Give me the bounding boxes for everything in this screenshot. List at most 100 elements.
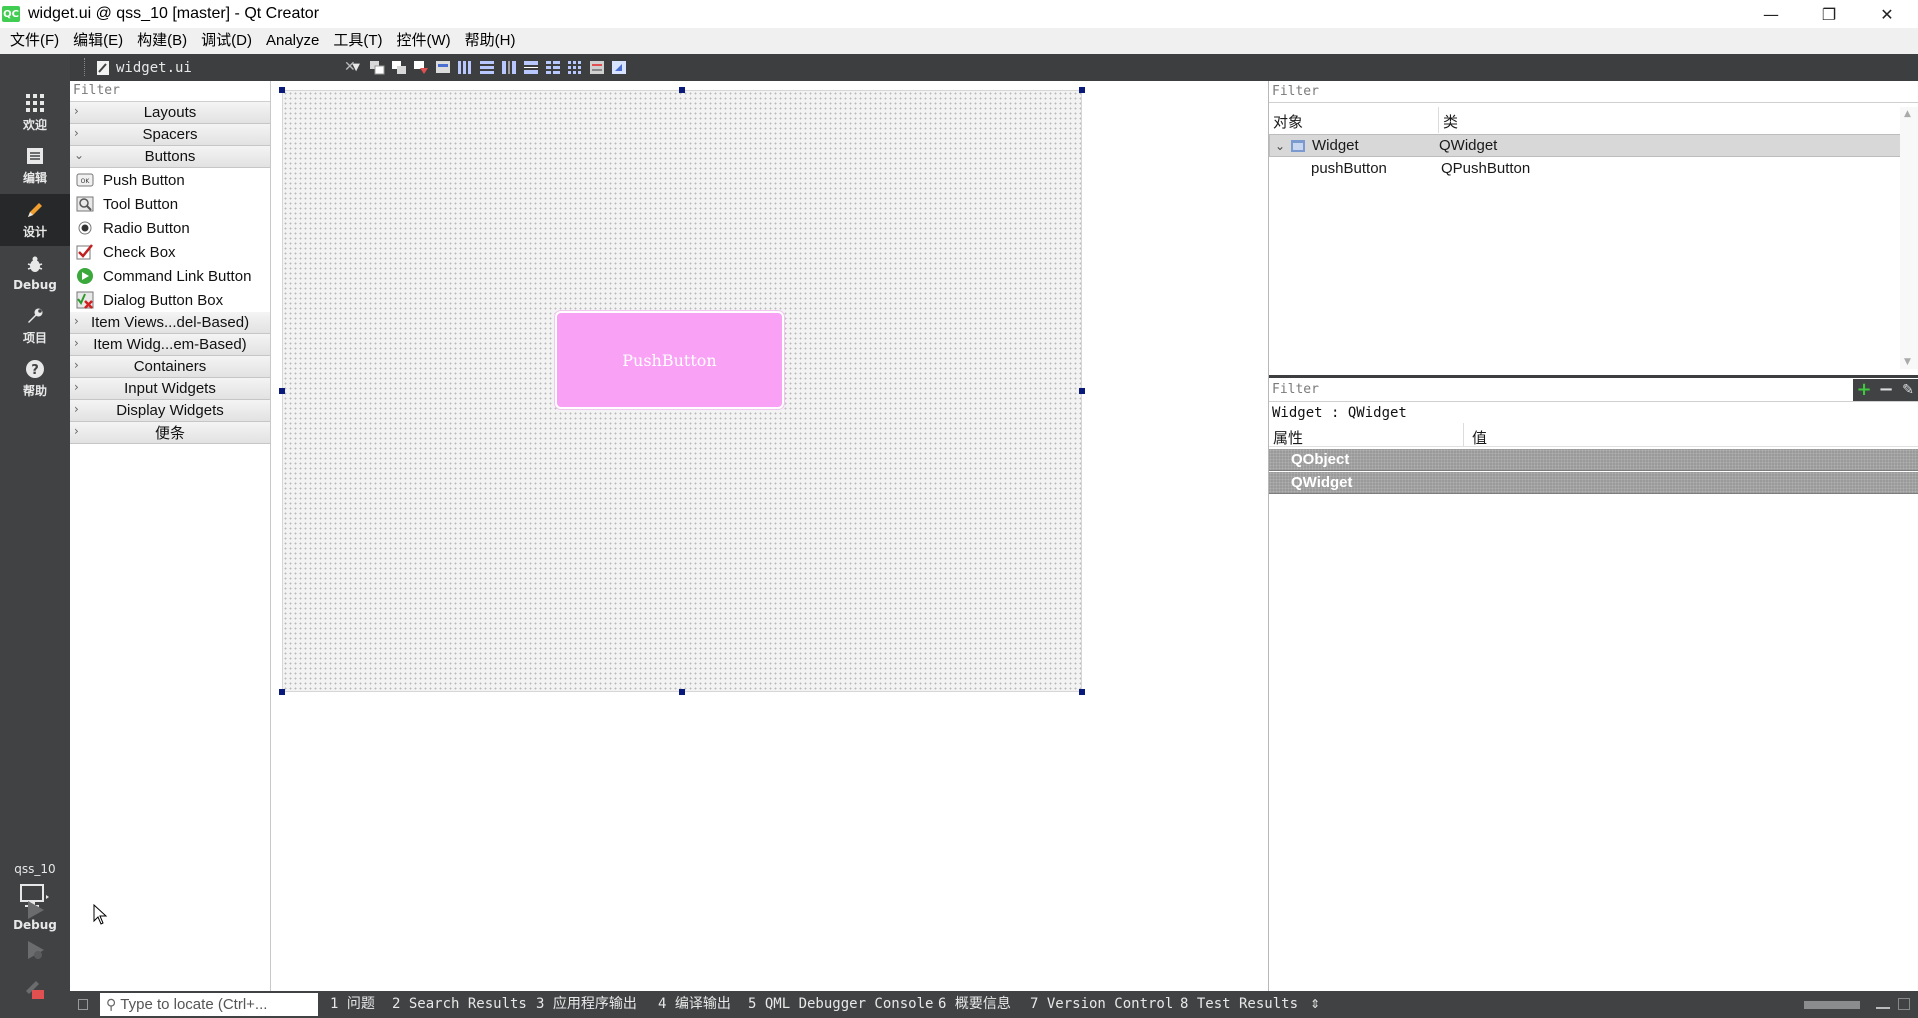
widget-command-link-button[interactable]: Command Link Button — [70, 264, 270, 288]
widget-tool-button[interactable]: Tool Button — [70, 192, 270, 216]
menu-debug[interactable]: 调试(D) — [194, 28, 259, 54]
grid-icon — [24, 93, 46, 113]
object-row-pushbutton[interactable]: pushButton QPushButton — [1269, 157, 1901, 180]
output-pane-test-results[interactable]: 8 Test Results — [1180, 991, 1298, 1018]
output-pane-issues[interactable]: 1 问题 — [330, 991, 375, 1018]
widget-radio-button[interactable]: Radio Button — [70, 216, 270, 240]
remove-dynamic-property-button[interactable]: − — [1875, 378, 1897, 401]
selection-handle[interactable] — [279, 87, 285, 93]
form-widget[interactable]: PushButton — [282, 90, 1082, 692]
output-pane-qml-debugger-console[interactable]: 5 QML Debugger Console — [748, 991, 933, 1018]
edit-widgets-button[interactable] — [368, 59, 386, 76]
layout-horizontal-button[interactable] — [456, 59, 474, 76]
configure-property-editor-button[interactable]: ✎ — [1897, 378, 1918, 401]
close-icon: ✕ — [1880, 4, 1894, 24]
ui-file-icon — [97, 60, 109, 75]
output-pane-general-messages[interactable]: 6 概要信息 — [938, 991, 1011, 1018]
menu-bar: 文件(F) 编辑(E) 构建(B) 调试(D) Analyze 工具(T) 控件… — [0, 28, 1918, 54]
adjust-size-button[interactable] — [610, 59, 628, 76]
selection-handle[interactable] — [1079, 388, 1085, 394]
open-documents-combo[interactable]: widget.ui ▼ — [94, 57, 364, 78]
widget-label: Dialog Button Box — [103, 291, 224, 309]
property-editor-filter[interactable]: Filter — [1269, 382, 1853, 397]
mode-debug[interactable]: Debug — [0, 247, 70, 299]
play-icon — [28, 901, 44, 919]
category-spacers[interactable]: › Spacers — [70, 124, 270, 146]
mode-projects[interactable]: 项目 — [0, 300, 70, 352]
layout-grid-button[interactable] — [566, 59, 584, 76]
edit-tab-order-button[interactable] — [434, 59, 452, 76]
more-panes-button[interactable]: ⇕ — [1310, 991, 1320, 1018]
category-input-widgets[interactable]: › Input Widgets — [70, 378, 270, 400]
edit-signals-slots-button[interactable] — [390, 59, 408, 76]
widget-check-box[interactable]: Check Box — [70, 240, 270, 264]
close-document-button[interactable]: ✕ — [344, 59, 362, 76]
category-display-widgets[interactable]: › Display Widgets — [70, 400, 270, 422]
mode-welcome[interactable]: 欢迎 — [0, 87, 70, 139]
object-row-widget[interactable]: ⌄ Widget QWidget — [1269, 134, 1901, 157]
output-pane-search-results[interactable]: 2 Search Results — [392, 991, 527, 1018]
widget-dialog-button-box[interactable]: Dialog Button Box — [70, 288, 270, 312]
toggle-progress-icon[interactable] — [1876, 999, 1890, 1009]
minimize-icon: — — [1763, 4, 1779, 24]
selection-handle[interactable] — [1079, 689, 1085, 695]
object-inspector-filter[interactable]: Filter — [1269, 81, 1918, 103]
run-button[interactable] — [22, 897, 48, 923]
column-class[interactable]: 类 — [1439, 107, 1901, 133]
mode-design-label: 设计 — [22, 225, 47, 239]
toolbar-grip — [84, 58, 94, 76]
layout-vertical-splitter-button[interactable] — [522, 59, 540, 76]
selection-handle[interactable] — [679, 87, 685, 93]
close-window-button[interactable]: ✕ — [1858, 0, 1916, 28]
output-pane-compile-output[interactable]: 4 编译输出 — [658, 991, 731, 1018]
layout-form-button[interactable] — [544, 59, 562, 76]
widget-push-button[interactable]: OK Push Button — [70, 168, 270, 192]
minimize-button[interactable]: — — [1742, 0, 1800, 28]
menu-file[interactable]: 文件(F) — [3, 28, 66, 54]
menu-tools[interactable]: 工具(T) — [326, 28, 389, 54]
menu-analyze[interactable]: Analyze — [259, 28, 326, 54]
plus-icon: + — [1856, 379, 1872, 400]
menu-edit[interactable]: 编辑(E) — [66, 28, 130, 54]
form-push-button[interactable]: PushButton — [555, 311, 784, 409]
column-value[interactable]: 值 — [1464, 423, 1495, 447]
menu-widgets[interactable]: 控件(W) — [390, 28, 458, 54]
mode-design[interactable]: 设计 — [0, 194, 70, 246]
object-inspector-scrollbar[interactable]: ▲ ▼ — [1900, 107, 1918, 369]
output-pane-application-output[interactable]: 3 应用程序输出 — [536, 991, 637, 1018]
break-layout-button[interactable] — [588, 59, 606, 76]
add-dynamic-property-button[interactable]: + — [1853, 378, 1875, 401]
category-containers[interactable]: › Containers — [70, 356, 270, 378]
layout-vertical-button[interactable] — [478, 59, 496, 76]
category-buttons[interactable]: ⌄ Buttons — [70, 146, 270, 168]
column-object[interactable]: 对象 — [1269, 107, 1439, 133]
build-button[interactable] — [22, 977, 48, 1003]
menu-help[interactable]: 帮助(H) — [458, 28, 523, 54]
design-canvas[interactable]: PushButton — [272, 81, 1268, 991]
menu-build[interactable]: 构建(B) — [130, 28, 194, 54]
category-scratchpad[interactable]: › 便条 — [70, 422, 270, 444]
selection-handle[interactable] — [279, 689, 285, 695]
selection-handle[interactable] — [279, 388, 285, 394]
toggle-sidebar-icon[interactable] — [78, 999, 88, 1010]
category-label: 便条 — [154, 425, 185, 442]
category-item-widgets[interactable]: › Item Widg...em-Based) — [70, 334, 270, 356]
edit-buddies-button[interactable] — [412, 59, 430, 76]
property-group-qobject[interactable]: QObject — [1269, 449, 1918, 471]
category-item-views[interactable]: › Item Views...del-Based) — [70, 312, 270, 334]
toggle-output-pane-icon[interactable] — [1898, 998, 1910, 1010]
mode-help[interactable]: ? 帮助 — [0, 353, 70, 405]
column-property[interactable]: 属性 — [1269, 423, 1464, 447]
tool-button-icon — [75, 195, 95, 213]
debug-run-button[interactable] — [22, 937, 48, 963]
widget-box-filter[interactable]: Filter — [70, 81, 270, 102]
output-pane-version-control[interactable]: 7 Version Control — [1030, 991, 1173, 1018]
layout-horizontal-splitter-button[interactable] — [500, 59, 518, 76]
restore-button[interactable]: ❐ — [1800, 0, 1858, 28]
selection-handle[interactable] — [1079, 87, 1085, 93]
selection-handle[interactable] — [679, 689, 685, 695]
category-layouts[interactable]: › Layouts — [70, 102, 270, 124]
mode-edit[interactable]: 编辑 — [0, 140, 70, 192]
property-group-qwidget[interactable]: QWidget — [1269, 472, 1918, 494]
locator-input[interactable]: ⚲ Type to locate (Ctrl+... — [100, 993, 318, 1016]
